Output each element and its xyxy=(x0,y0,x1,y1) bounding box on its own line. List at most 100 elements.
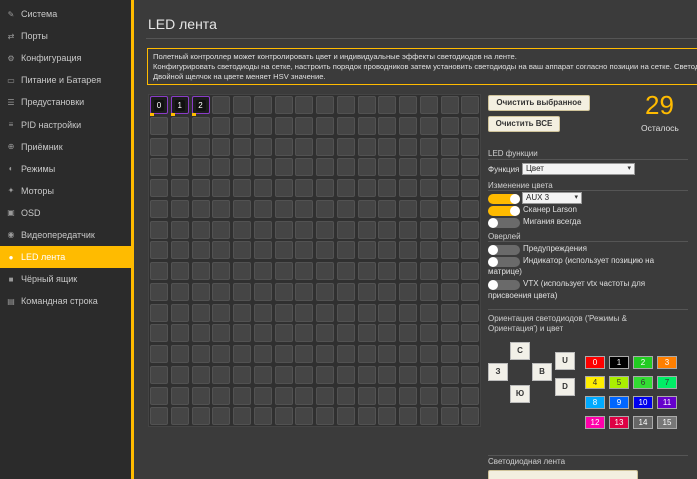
led-cell[interactable] xyxy=(419,282,438,301)
led-cell[interactable] xyxy=(419,116,438,135)
sidebar-item[interactable]: ☰ Предустановки xyxy=(0,91,131,113)
led-cell[interactable] xyxy=(150,407,168,426)
led-cell[interactable] xyxy=(316,345,334,363)
led-cell[interactable] xyxy=(316,137,334,156)
led-cell[interactable] xyxy=(316,407,334,426)
led-cell[interactable] xyxy=(399,241,417,260)
led-cell[interactable] xyxy=(399,407,417,426)
led-cell[interactable] xyxy=(150,220,168,239)
aux-select[interactable]: AUX 3 ▾ xyxy=(522,192,582,204)
color-swatch[interactable]: 10 xyxy=(633,396,653,409)
led-cell[interactable] xyxy=(191,303,210,322)
led-cell[interactable] xyxy=(191,262,210,280)
led-cell[interactable] xyxy=(233,386,251,405)
led-cell[interactable] xyxy=(191,282,210,301)
led-cell[interactable] xyxy=(419,220,438,239)
direction-down-button[interactable]: D xyxy=(555,378,575,396)
led-cell[interactable] xyxy=(150,116,168,135)
led-cell[interactable] xyxy=(419,96,438,114)
direction-north-button[interactable]: С xyxy=(510,342,530,360)
led-cell[interactable] xyxy=(378,262,397,280)
led-cell[interactable] xyxy=(274,324,293,343)
led-cell[interactable] xyxy=(191,324,210,343)
led-cell[interactable] xyxy=(295,262,314,280)
led-cell[interactable] xyxy=(357,282,376,301)
led-cell[interactable] xyxy=(378,407,397,426)
led-cell[interactable] xyxy=(233,345,251,363)
led-cell[interactable] xyxy=(357,241,376,260)
led-cell[interactable] xyxy=(399,199,417,218)
led-cell[interactable] xyxy=(191,241,210,260)
led-cell[interactable] xyxy=(357,179,376,197)
sidebar-item[interactable]: ▭ Питание и Батарея xyxy=(0,69,131,91)
led-cell[interactable] xyxy=(336,199,355,218)
led-cell[interactable] xyxy=(461,158,480,177)
color-swatch[interactable]: 1 xyxy=(609,356,629,369)
color-swatch[interactable]: 2 xyxy=(633,356,653,369)
led-cell[interactable] xyxy=(357,137,376,156)
led-cell[interactable] xyxy=(378,324,397,343)
led-cell[interactable] xyxy=(378,220,397,239)
led-grid[interactable]: 012 xyxy=(148,94,481,427)
led-cell[interactable] xyxy=(253,96,272,114)
led-cell[interactable] xyxy=(233,199,251,218)
led-cell[interactable] xyxy=(170,158,189,177)
led-cell[interactable] xyxy=(378,96,397,114)
color-swatch[interactable]: 6 xyxy=(633,376,653,389)
led-cell[interactable] xyxy=(336,137,355,156)
led-cell[interactable] xyxy=(191,158,210,177)
led-cell[interactable] xyxy=(357,116,376,135)
color-swatch[interactable]: 7 xyxy=(657,376,677,389)
led-cell[interactable] xyxy=(170,179,189,197)
led-cell[interactable] xyxy=(336,220,355,239)
led-cell[interactable] xyxy=(253,324,272,343)
led-cell[interactable] xyxy=(170,303,189,322)
led-cell[interactable] xyxy=(295,386,314,405)
led-cell[interactable] xyxy=(233,324,251,343)
sidebar-item[interactable]: ⇄ Порты xyxy=(0,25,131,47)
led-cell[interactable] xyxy=(253,345,272,363)
led-cell[interactable] xyxy=(170,324,189,343)
led-cell[interactable] xyxy=(191,137,210,156)
led-cell[interactable] xyxy=(440,282,459,301)
led-cell[interactable] xyxy=(336,179,355,197)
led-cell[interactable]: 2 xyxy=(191,96,210,116)
led-cell[interactable] xyxy=(295,179,314,197)
led-cell[interactable] xyxy=(233,303,251,322)
color-swatch[interactable]: 8 xyxy=(585,396,605,409)
led-cell[interactable] xyxy=(295,116,314,135)
led-cell[interactable] xyxy=(212,137,231,156)
led-cell[interactable] xyxy=(150,303,168,322)
led-cell[interactable] xyxy=(316,179,334,197)
led-cell[interactable] xyxy=(295,303,314,322)
sidebar-item[interactable]: ✦ Моторы xyxy=(0,180,131,202)
led-cell[interactable] xyxy=(336,96,355,114)
led-cell[interactable] xyxy=(461,241,480,260)
led-cell[interactable] xyxy=(440,262,459,280)
led-cell[interactable] xyxy=(274,96,293,114)
aux-toggle[interactable] xyxy=(488,194,520,204)
color-swatch[interactable]: 12 xyxy=(585,416,605,429)
function-select[interactable]: Цвет ▾ xyxy=(522,163,635,175)
led-cell[interactable] xyxy=(191,179,210,197)
led-cell[interactable] xyxy=(419,179,438,197)
led-cell[interactable] xyxy=(150,241,168,260)
sidebar-item[interactable]: ⊕ Приёмник xyxy=(0,136,131,158)
led-cell[interactable] xyxy=(316,158,334,177)
led-cell[interactable] xyxy=(212,241,231,260)
led-cell[interactable] xyxy=(316,386,334,405)
led-cell[interactable] xyxy=(274,386,293,405)
sidebar-item[interactable]: ■ Чёрный ящик xyxy=(0,268,131,290)
led-cell[interactable] xyxy=(336,303,355,322)
led-cell[interactable] xyxy=(357,324,376,343)
led-cell[interactable] xyxy=(419,407,438,426)
led-cell[interactable] xyxy=(399,324,417,343)
led-cell[interactable] xyxy=(233,407,251,426)
led-cell[interactable] xyxy=(357,158,376,177)
led-cell[interactable] xyxy=(399,116,417,135)
led-cell[interactable] xyxy=(212,96,231,114)
led-cell[interactable] xyxy=(274,220,293,239)
led-cell[interactable] xyxy=(253,303,272,322)
led-cell[interactable] xyxy=(212,158,231,177)
led-cell[interactable] xyxy=(316,262,334,280)
